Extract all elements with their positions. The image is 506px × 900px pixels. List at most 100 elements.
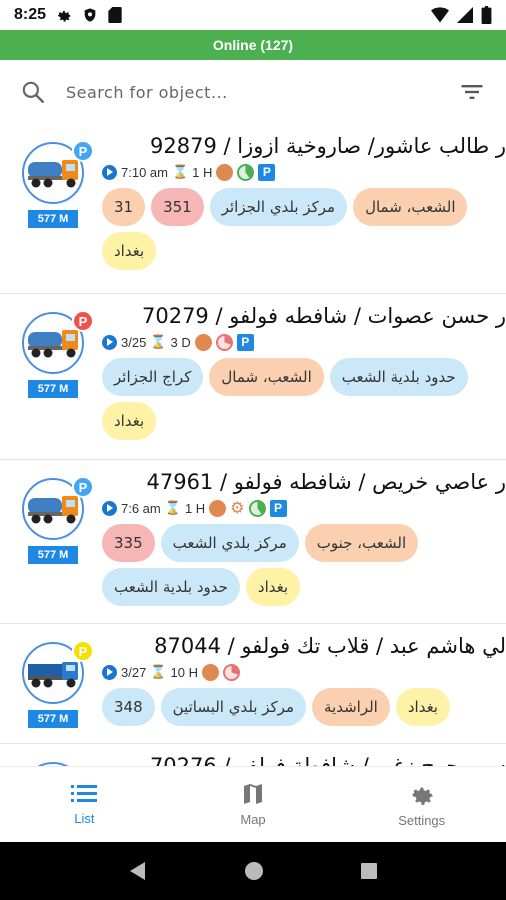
duration: 3 D <box>170 334 191 350</box>
engine-status-icon <box>209 499 227 517</box>
parking-badge: P <box>72 310 94 332</box>
parking-icon: P <box>236 333 254 351</box>
object-title: ر طالب عاشور/ صاروخية ازوزا / 92879 <box>150 134 506 158</box>
online-count-bar: Online (127) <box>0 30 506 60</box>
parking-badge: P <box>72 140 94 162</box>
filter-icon[interactable] <box>458 78 486 106</box>
play-icon <box>102 164 117 180</box>
status-row: 3/27 ⌛ 10 H <box>102 662 506 682</box>
status-bar: 8:25 <box>0 0 506 30</box>
chip-zone: مركز بلدي الشعب <box>160 524 299 562</box>
parking-badge: P <box>72 476 94 498</box>
online-count-label: Online (127) <box>212 37 294 53</box>
chip-31: 31 <box>102 188 146 226</box>
chip-city: بغداد <box>245 568 301 606</box>
tab-list[interactable]: List <box>0 767 169 842</box>
tab-map[interactable]: Map <box>169 767 338 842</box>
last-time: 7:10 am <box>121 164 168 180</box>
status-row: 7:10 am ⌛ 1 H P <box>102 162 506 182</box>
search-icon[interactable] <box>20 79 46 105</box>
search-bar <box>0 62 506 122</box>
tanker-truck-icon <box>28 330 78 358</box>
back-icon[interactable] <box>127 860 149 882</box>
distance-badge: 577 M <box>28 710 78 728</box>
distance-badge: 577 M <box>28 210 78 228</box>
map-icon <box>244 784 262 804</box>
list-item[interactable]: P 577 M ر طالب عاشور/ صاروخية ازوزا / 92… <box>0 124 506 294</box>
chip-348: 348 <box>102 688 155 726</box>
shield-icon <box>84 8 96 22</box>
recents-icon[interactable] <box>359 861 379 881</box>
play-icon <box>102 334 117 350</box>
gear-icon <box>411 787 433 805</box>
hourglass-icon: ⌛ <box>150 334 167 349</box>
chip-garage: كراج الجزائر <box>102 358 204 396</box>
system-navigation-bar <box>0 842 506 900</box>
list-item[interactable]: P 577 M ر عاصي خريص / شافطه فولفو / 4796… <box>0 460 506 624</box>
gear-icon <box>58 11 71 22</box>
list-icon <box>71 785 98 802</box>
chip-335: 335 <box>102 524 155 562</box>
home-icon[interactable] <box>243 860 265 882</box>
distance-badge: 577 M <box>28 546 78 564</box>
list-item[interactable]: سين حرج زغير / شافطة فولفو / 70276 <box>0 744 506 766</box>
chip-city: بغداد <box>395 688 450 726</box>
chip-area: الشعب، شمال <box>353 188 468 226</box>
battery-icon <box>481 6 492 24</box>
clock: 8:25 <box>14 6 47 23</box>
battery-pie-icon <box>215 333 233 351</box>
engine-status-icon <box>194 333 212 351</box>
battery-pie-icon <box>222 663 240 681</box>
tab-settings-label: Settings <box>398 813 446 828</box>
object-title: ر عاصي خريص / شافطه فولفو / 47961 <box>146 470 506 494</box>
last-time: 3/27 <box>121 664 147 680</box>
chip-area: الشعب، شمال <box>209 358 324 396</box>
duration: 1 H <box>192 164 213 180</box>
chip-boundary: حدود بلدية الشعب <box>102 568 240 606</box>
object-title: سين حرج زغير / شافطة فولفو / 70276 <box>149 754 506 766</box>
play-icon <box>102 500 117 516</box>
last-time: 3/25 <box>121 334 147 350</box>
chip-351: 351 <box>151 188 204 226</box>
chip-area: الراشدية <box>312 688 390 726</box>
play-icon <box>102 664 117 680</box>
parking-icon: P <box>258 163 276 181</box>
status-row: 3/25 ⌛ 3 D P <box>102 332 506 352</box>
tab-map-label: Map <box>240 812 266 827</box>
chip-zone: حدود بلدية الشعب <box>329 358 468 396</box>
status-row: 7:6 am ⌛ 1 H ⚙ P <box>102 498 506 518</box>
distance-badge: 577 M <box>28 380 78 398</box>
parking-icon: P <box>269 499 287 517</box>
duration: 10 H <box>170 664 198 680</box>
object-title: ر حسن عصوات / شافطه فولفو / 70279 <box>141 304 506 328</box>
parking-badge: P <box>72 640 94 662</box>
engine-status-icon <box>216 163 234 181</box>
chip-zone: مركز بلدي الجزائر <box>209 188 348 226</box>
sd-card-icon <box>108 7 122 23</box>
list-item[interactable]: P 577 M ر حسن عصوات / شافطه فولفو / 7027… <box>0 294 506 460</box>
hourglass-icon: ⌛ <box>150 664 167 679</box>
object-list: P 577 M ر طالب عاشور/ صاروخية ازوزا / 92… <box>0 124 506 766</box>
tanker-truck-icon <box>28 160 78 188</box>
tab-settings[interactable]: Settings <box>337 767 506 842</box>
hourglass-icon: ⌛ <box>171 164 189 179</box>
engine-status-icon <box>201 663 219 681</box>
battery-pie-icon <box>248 499 266 517</box>
tab-list-label: List <box>74 811 95 826</box>
tanker-truck-icon <box>28 496 78 524</box>
dump-truck-icon <box>28 662 78 688</box>
duration: 1 H <box>184 500 206 516</box>
battery-pie-icon <box>237 163 255 181</box>
signal-icon <box>457 7 473 23</box>
last-time: 7:6 am <box>121 500 161 516</box>
bottom-navigation: List Map Settings <box>0 766 506 842</box>
list-item[interactable]: P 577 M لي هاشم عبد / قلاب تك فولفو / 87… <box>0 624 506 744</box>
chip-city: بغداد <box>102 232 157 270</box>
wifi-icon <box>431 7 449 23</box>
chip-area: الشعب، جنوب <box>304 524 419 562</box>
search-input[interactable] <box>66 82 448 102</box>
chip-city: بغداد <box>102 402 157 440</box>
engine-gear-icon: ⚙ <box>230 500 245 517</box>
chip-zone: مركز بلدي البساتين <box>160 688 306 726</box>
hourglass-icon: ⌛ <box>164 500 181 515</box>
